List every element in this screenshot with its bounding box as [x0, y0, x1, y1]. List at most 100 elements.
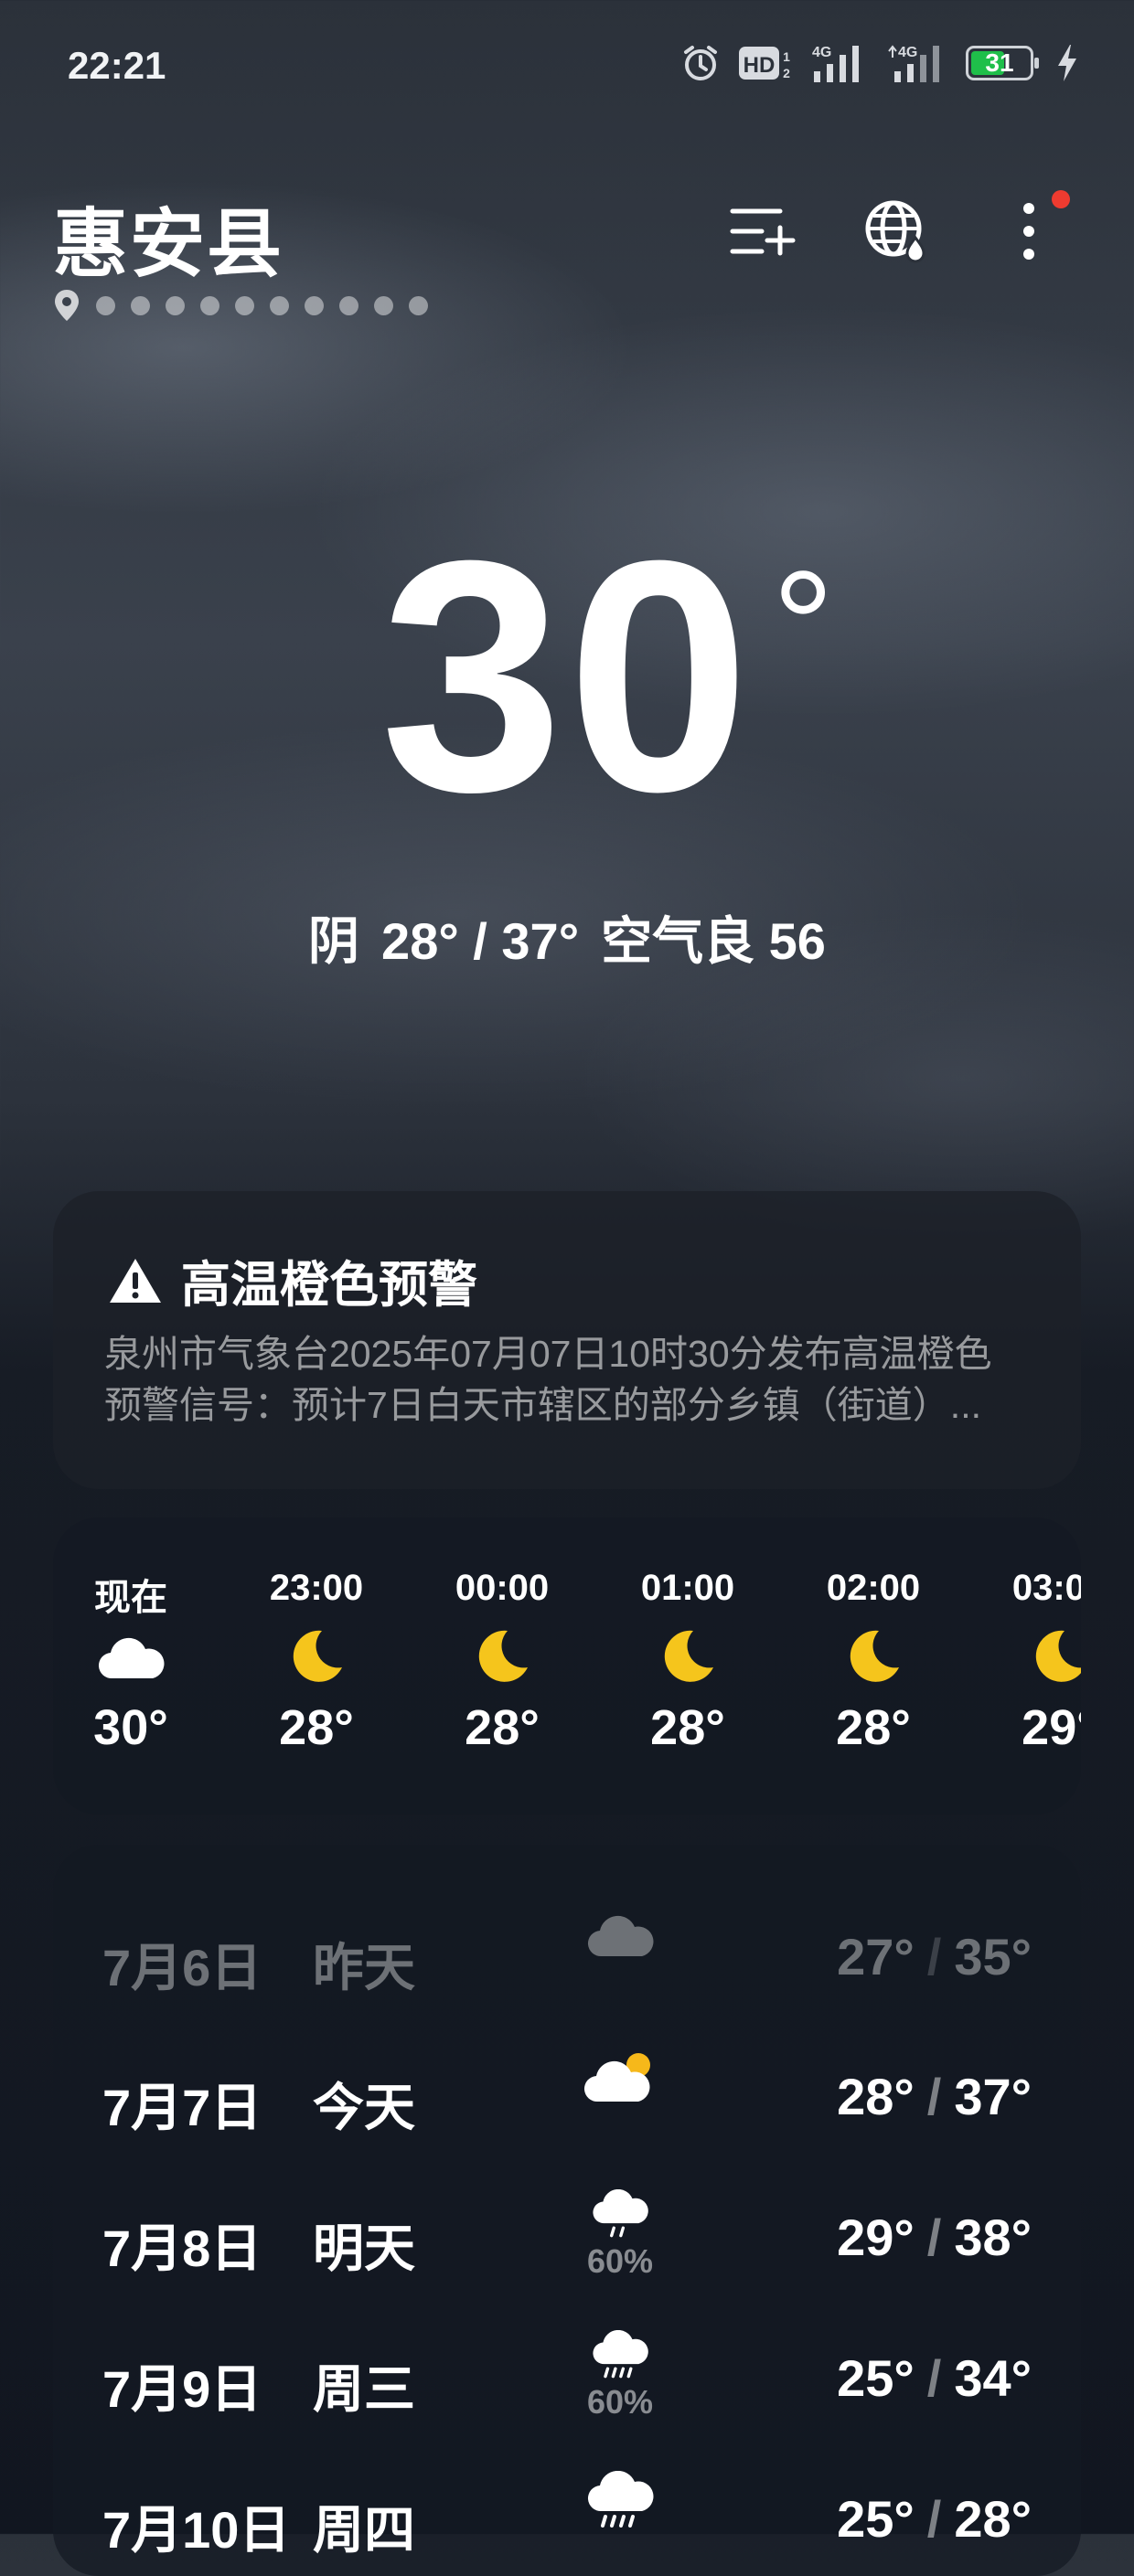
day-date: 7月9日	[102, 2360, 262, 2418]
rain-light-icon: 60%	[565, 2189, 675, 2281]
day-high: 28°	[954, 2490, 1032, 2548]
daily-row[interactable]: 7月8日 明天 60% 29°/38°	[53, 2162, 1081, 2299]
hour-time: 00:00	[455, 1568, 550, 1608]
page-dot[interactable]	[166, 295, 185, 315]
day-low: 25°	[837, 2490, 915, 2548]
manage-cities-button[interactable]	[722, 190, 805, 272]
city-name[interactable]: 惠安县	[53, 183, 284, 292]
daily-row[interactable]: 7月10日 周四 25°/28°	[53, 2443, 1081, 2576]
precip-chance: 60%	[586, 2383, 654, 2421]
day-weekday: 今天	[313, 2079, 415, 2136]
hour-time: 01:00	[640, 1568, 735, 1608]
hourly-forecast-card[interactable]: 现在 30° 23:00 28° 00:00 28° 01:00 28° 02:…	[53, 1517, 1081, 1815]
daily-row[interactable]: 7月9日 周三 60% 25°/34°	[53, 2303, 1081, 2440]
temp-range-text: 28° / 37°	[381, 912, 580, 970]
day-weekday: 明天	[313, 2219, 415, 2277]
air-quality-text[interactable]: 空气良 56	[601, 912, 826, 970]
day-weekday: 周三	[313, 2360, 415, 2418]
page-dot[interactable]	[200, 295, 219, 315]
svg-text:2: 2	[783, 66, 790, 80]
svg-text:4G: 4G	[812, 45, 831, 60]
day-temp-range: 29°/38°	[837, 2208, 1032, 2267]
page-dot[interactable]	[339, 295, 358, 315]
day-high: 38°	[954, 2209, 1032, 2266]
hd-icon: HD 1 2	[737, 43, 794, 83]
day-weekday: 昨天	[313, 1939, 415, 1996]
alert-desc-line: 泉州市气象台2025年07月07日10时30分发布高温橙色	[104, 1333, 992, 1375]
day-low: 25°	[837, 2349, 915, 2407]
day-low: 28°	[837, 2068, 915, 2125]
moon-icon	[424, 1621, 580, 1692]
global-weather-button[interactable]	[855, 190, 937, 272]
range-separator: /	[926, 2068, 942, 2125]
status-icons: HD 1 2 4G 4G 31	[680, 42, 1079, 84]
page-indicator	[53, 288, 428, 323]
range-separator: /	[926, 2490, 942, 2548]
daily-row[interactable]: 7月6日 昨天 27°/35°	[53, 1881, 1081, 2018]
page-dot[interactable]	[96, 295, 115, 315]
battery-indicator: 31	[966, 46, 1039, 80]
hour-temp: 28°	[279, 1700, 354, 1755]
page-dot[interactable]	[305, 295, 324, 315]
location-pin-icon	[55, 290, 79, 321]
alarm-icon	[680, 43, 721, 83]
day-temp-range: 27°/35°	[837, 1927, 1032, 1986]
status-bar: 22:21 HD 1 2 4G 4G 31	[0, 0, 1134, 137]
cloud-sun-icon	[565, 2049, 675, 2140]
more-vertical-icon	[1023, 203, 1034, 260]
hourly-item: 03:00 29°	[981, 1568, 1081, 1756]
page-dot[interactable]	[270, 295, 289, 315]
day-temp-range: 25°/28°	[837, 2489, 1032, 2549]
page-dot[interactable]	[374, 295, 393, 315]
hour-time: 03:00	[1011, 1568, 1081, 1608]
moon-icon	[981, 1621, 1081, 1692]
signal-icon-sim2: 4G	[885, 42, 949, 84]
current-temperature: 30 °	[0, 512, 1134, 841]
daily-row[interactable]: 7月7日 今天 28°/37°	[53, 2021, 1081, 2158]
hour-temp: 28°	[650, 1700, 725, 1755]
hour-temp: 28°	[836, 1700, 911, 1755]
cloud-icon	[565, 1909, 675, 2000]
more-options-button[interactable]	[988, 190, 1070, 272]
day-date: 7月6日	[102, 1939, 262, 1996]
hourly-item: 00:00 28°	[424, 1568, 580, 1756]
hour-time: 02:00	[826, 1568, 921, 1608]
svg-text:1: 1	[783, 49, 790, 64]
moon-icon	[239, 1621, 394, 1692]
hourly-item: 01:00 28°	[610, 1568, 765, 1756]
alert-desc-line: 预警信号：预计7日白天市辖区的部分乡镇（街道）...	[104, 1384, 981, 1426]
current-summary: 阴 28° / 37° 空气良 56	[0, 900, 1134, 974]
alert-description: 泉州市气象台2025年07月07日10时30分发布高温橙色 预警信号：预计7日白…	[104, 1328, 1028, 1431]
range-separator: /	[926, 1928, 942, 1985]
range-separator: /	[926, 2349, 942, 2407]
alert-title: 高温橙色预警	[181, 1258, 477, 1313]
daily-forecast-card[interactable]: 7月6日 昨天 27°/35° 7月7日 今天 28°/37° 7月8日 明天 …	[53, 1845, 1081, 2576]
globe-droplet-icon	[865, 200, 925, 263]
signal-icon-sim1: 4G	[810, 42, 869, 84]
hour-temp: 28°	[465, 1700, 540, 1755]
hour-time: 23:00	[269, 1568, 364, 1608]
hourly-item: 现在 30°	[53, 1568, 209, 1756]
precip-chance: 60%	[586, 2242, 654, 2280]
hour-temp: 29°	[1022, 1700, 1081, 1755]
page-dot[interactable]	[235, 295, 254, 315]
svg-text:4G: 4G	[898, 45, 917, 60]
day-temp-range: 25°/34°	[837, 2348, 1032, 2408]
warning-icon	[110, 1258, 161, 1303]
hourly-item: 23:00 28°	[239, 1568, 394, 1756]
charging-icon	[1055, 43, 1079, 83]
day-low: 27°	[837, 1928, 915, 1985]
page-dot[interactable]	[131, 295, 150, 315]
header: 惠安县	[0, 174, 1134, 323]
battery-level: 31	[985, 48, 1014, 77]
page-dot[interactable]	[409, 295, 428, 315]
hour-time: 现在	[94, 1578, 167, 1618]
weather-alert-card[interactable]: 高温橙色预警 泉州市气象台2025年07月07日10时30分发布高温橙色 预警信…	[53, 1191, 1081, 1489]
rain-icon: 60%	[565, 2330, 675, 2422]
notification-dot	[1052, 190, 1070, 208]
hour-temp: 30°	[93, 1700, 168, 1755]
day-high: 37°	[954, 2068, 1032, 2125]
add-list-icon	[730, 208, 796, 256]
day-date: 7月10日	[102, 2501, 291, 2559]
alert-title-row: 高温橙色预警	[108, 1244, 477, 1316]
